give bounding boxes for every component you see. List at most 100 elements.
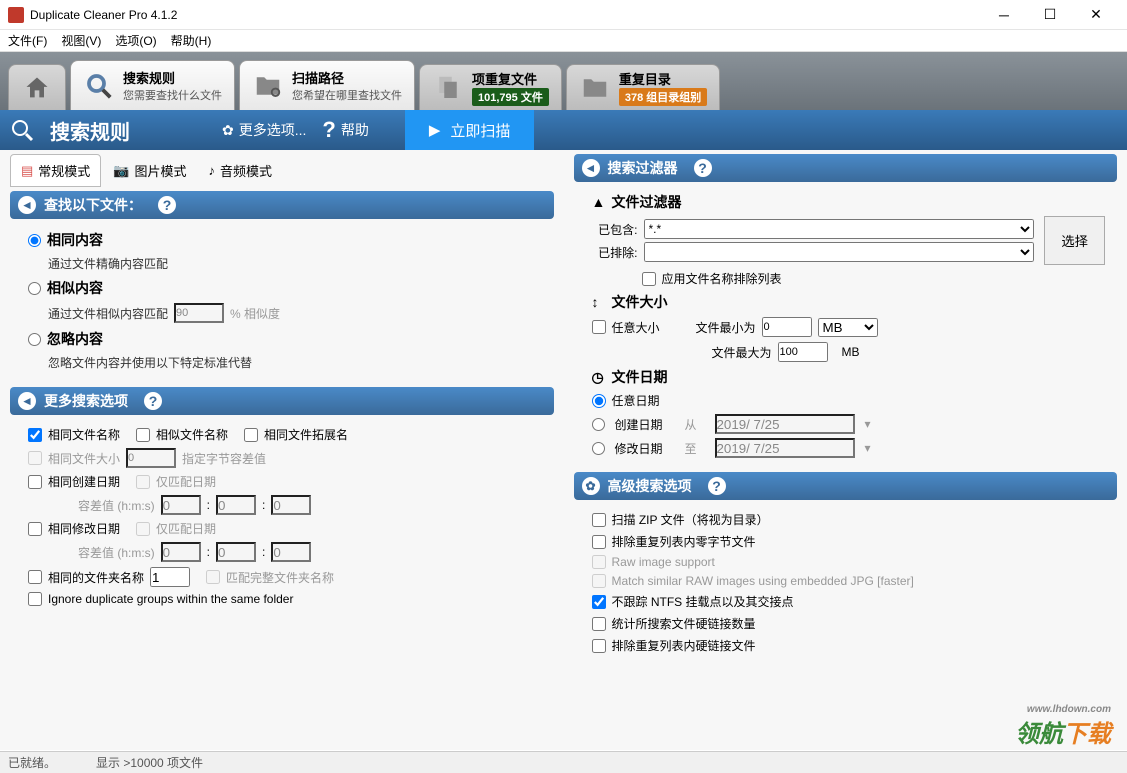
same-folder-check[interactable] — [28, 570, 42, 584]
statusbar: 已就绪。 显示 >10000 项文件 — [0, 751, 1127, 773]
count-badge: 378 组目录组别 — [619, 88, 707, 106]
help-icon[interactable]: ? — [694, 159, 712, 177]
files-icon — [432, 72, 464, 104]
select-filter-button[interactable]: 选择 — [1044, 216, 1105, 265]
match-full-folder-check — [206, 570, 220, 584]
mode-audio[interactable]: ♪ 音频模式 — [199, 154, 283, 187]
min-size-input[interactable] — [762, 317, 812, 337]
raw-match-check — [592, 574, 606, 588]
close-button[interactable]: ✕ — [1073, 0, 1119, 30]
titlebar: Duplicate Cleaner Pro 4.1.2 ─ ☐ ✕ — [0, 0, 1127, 30]
resize-icon: ↕ — [592, 294, 606, 310]
tab-search-rules[interactable]: 搜索规则 您需要查找什么文件 — [70, 60, 235, 110]
same-content-label: 相同内容 — [47, 230, 103, 250]
min-unit-select[interactable]: MB — [818, 318, 878, 337]
tol-h-input — [161, 495, 201, 515]
count-badge: 101,795 文件 — [472, 88, 549, 106]
tol-m-input — [216, 495, 256, 515]
tab-duplicate-dirs[interactable]: 重复目录 378 组目录组别 — [566, 64, 720, 110]
tol-m-input2 — [216, 542, 256, 562]
help-icon: ? — [322, 117, 335, 143]
tab-scan-path[interactable]: 扫描路径 您希望在哪里查找文件 — [239, 60, 415, 110]
find-files-header: ◄ 查找以下文件： ? — [10, 191, 554, 219]
count-hardlinks-check[interactable] — [592, 617, 606, 631]
gear-icon[interactable]: ✿ — [582, 477, 600, 495]
any-size-check[interactable] — [592, 320, 606, 334]
same-ext-check[interactable] — [244, 428, 258, 442]
similar-name-check[interactable] — [136, 428, 150, 442]
any-date-radio[interactable] — [592, 394, 606, 408]
ignore-content-label: 忽略内容 — [47, 329, 103, 349]
max-size-input[interactable] — [778, 342, 828, 362]
folder-depth-input[interactable] — [150, 567, 190, 587]
calendar-icon: ▾ — [865, 441, 871, 455]
status-ready: 已就绪。 — [8, 754, 56, 771]
folder-icon — [252, 70, 284, 102]
chevron-icon[interactable]: ◄ — [18, 392, 36, 410]
same-size-check — [28, 451, 42, 465]
scan-zip-check[interactable] — [592, 513, 606, 527]
menu-help[interactable]: 帮助(H) — [171, 32, 212, 49]
play-icon: ▶ — [429, 121, 441, 139]
more-search-header: ◄ 更多搜索选项 ? — [10, 387, 554, 415]
tab-title: 重复目录 — [619, 69, 707, 88]
ignore-content-radio[interactable] — [28, 333, 41, 346]
chevron-icon[interactable]: ◄ — [582, 159, 600, 177]
more-options-button[interactable]: ✿ 更多选项... — [222, 120, 306, 140]
menu-options[interactable]: 选项(O) — [115, 32, 156, 49]
watermark: www.lhdown.com 领航下载 — [1015, 714, 1111, 749]
date-from-input[interactable] — [715, 414, 855, 434]
gear-icon: ✿ — [222, 122, 234, 139]
chevron-icon[interactable]: ◄ — [18, 196, 36, 214]
excluded-select[interactable] — [644, 242, 1035, 262]
apply-exclusion-check[interactable] — [642, 272, 656, 286]
filter-icon: ▲ — [592, 194, 606, 210]
date-to-input[interactable] — [715, 438, 855, 458]
tab-home[interactable] — [8, 64, 66, 110]
menu-view[interactable]: 视图(V) — [61, 32, 101, 49]
modified-date-radio[interactable] — [592, 442, 605, 455]
menu-file[interactable]: 文件(F) — [8, 32, 47, 49]
tab-subtitle: 您希望在哪里查找文件 — [292, 87, 402, 103]
date-only-check — [136, 475, 150, 489]
help-icon[interactable]: ? — [158, 196, 176, 214]
tab-duplicate-files[interactable]: 项重复文件 101,795 文件 — [419, 64, 562, 110]
same-name-check[interactable] — [28, 428, 42, 442]
magnifier-icon — [10, 118, 34, 142]
same-mdate-check[interactable] — [28, 522, 42, 536]
content-area: ▤ 常规模式 📷 图片模式 ♪ 音频模式 ◄ 查找以下文件： ? 相同内容 通过… — [0, 150, 1127, 750]
menubar: 文件(F) 视图(V) 选项(O) 帮助(H) — [0, 30, 1127, 52]
toolbar: 搜索规则 ✿ 更多选项... ? 帮助 ▶ 立即扫描 — [0, 110, 1127, 150]
size-tolerance-input — [126, 448, 176, 468]
help-icon[interactable]: ? — [708, 477, 726, 495]
mode-normal[interactable]: ▤ 常规模式 — [10, 154, 101, 187]
status-display: 显示 >10000 项文件 — [96, 754, 203, 771]
help-button[interactable]: ? 帮助 — [322, 117, 368, 143]
exclude-hardlinks-check[interactable] — [592, 639, 606, 653]
clock-icon: ◷ — [592, 369, 606, 386]
ignore-content-desc: 忽略文件内容并使用以下特定标准代替 — [48, 354, 542, 371]
minimize-button[interactable]: ─ — [981, 0, 1027, 30]
document-icon: ▤ — [21, 163, 33, 179]
left-column: ▤ 常规模式 📷 图片模式 ♪ 音频模式 ◄ 查找以下文件： ? 相同内容 通过… — [0, 150, 564, 750]
similar-content-radio[interactable] — [28, 282, 41, 295]
mode-image[interactable]: 📷 图片模式 — [103, 154, 196, 187]
exclude-zero-check[interactable] — [592, 535, 606, 549]
scan-now-button[interactable]: ▶ 立即扫描 — [405, 110, 535, 150]
right-column: ◄ 搜索过滤器 ? ▲文件过滤器 已包含: *.* 已排除: 选择 — [564, 150, 1127, 750]
tol-h-input2 — [161, 542, 201, 562]
created-date-radio[interactable] — [592, 418, 605, 431]
same-content-radio[interactable] — [28, 234, 41, 247]
no-ntfs-check[interactable] — [592, 595, 606, 609]
ignore-groups-check[interactable] — [28, 592, 42, 606]
folders-icon — [579, 72, 611, 104]
camera-icon: 📷 — [113, 163, 129, 179]
date-only-check2 — [136, 522, 150, 536]
music-icon: ♪ — [209, 163, 216, 178]
same-cdate-check[interactable] — [28, 475, 42, 489]
raw-support-check — [592, 555, 606, 569]
maximize-button[interactable]: ☐ — [1027, 0, 1073, 30]
help-icon[interactable]: ? — [144, 392, 162, 410]
similarity-input[interactable] — [174, 303, 224, 323]
included-select[interactable]: *.* — [644, 219, 1035, 239]
